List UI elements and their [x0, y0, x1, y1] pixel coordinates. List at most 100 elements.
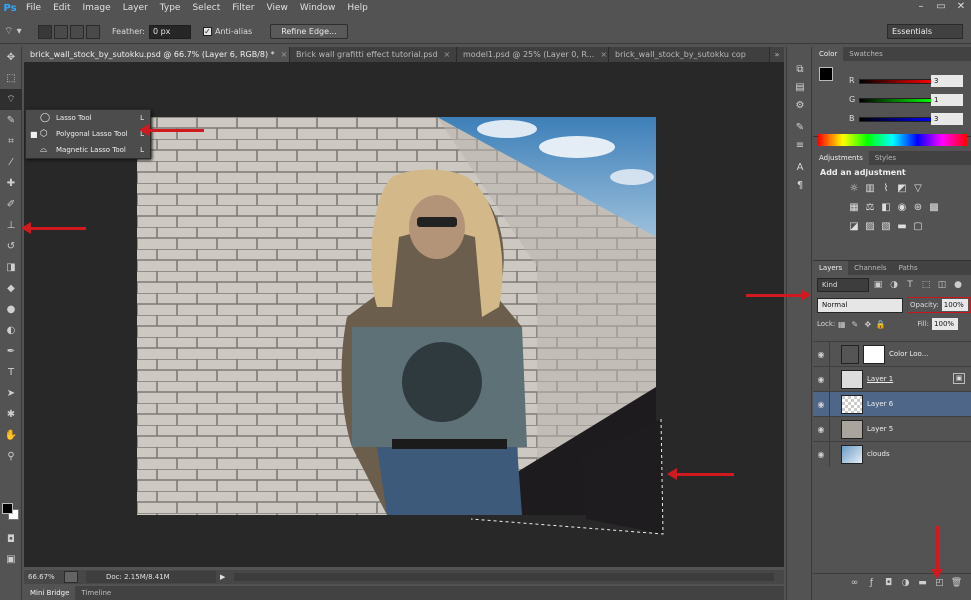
menu-filter[interactable]: Filter — [226, 0, 260, 16]
minimize-button[interactable]: – — [911, 0, 931, 14]
paragraph-panel-icon[interactable]: ¶ — [787, 177, 813, 195]
pixel-filter-icon[interactable]: ▣ — [871, 278, 885, 292]
tab-layers[interactable]: Layers — [813, 261, 849, 275]
link-layers-icon[interactable]: ∞ — [846, 578, 863, 588]
close-button[interactable]: ✕ — [951, 0, 971, 14]
menu-edit[interactable]: Edit — [47, 0, 76, 16]
quick-mask-icon[interactable]: ◘ — [0, 529, 22, 550]
eye-icon[interactable]: ◉ — [813, 375, 829, 384]
menu-file[interactable]: File — [20, 0, 47, 16]
tab-timeline[interactable]: Timeline — [75, 586, 117, 600]
add-selection-button[interactable] — [54, 24, 68, 39]
tab-paths[interactable]: Paths — [893, 261, 924, 275]
pen-tool-icon[interactable]: ✒ — [0, 341, 22, 362]
tab-adjustments[interactable]: Adjustments — [813, 151, 869, 165]
zoom-level[interactable]: 66.67% — [24, 573, 64, 581]
horizontal-scrollbar[interactable] — [234, 573, 774, 581]
maximize-button[interactable]: ▭ — [931, 0, 951, 14]
threshold-icon[interactable]: ▧ — [878, 220, 894, 234]
blend-mode-select[interactable]: Normal — [817, 297, 903, 313]
crop-tool-icon[interactable]: ⌗ — [0, 131, 22, 152]
selective-color-icon[interactable]: ▢ — [910, 220, 926, 234]
lock-transparency-icon[interactable]: ▦ — [835, 320, 848, 329]
clone-stamp-tool-icon[interactable]: ⊥ — [0, 215, 22, 236]
eye-icon[interactable]: ◉ — [813, 400, 829, 409]
layer-row-layer-1[interactable]: ◉ Layer 1 ▣ — [813, 366, 971, 392]
lock-position-icon[interactable]: ✥ — [861, 320, 874, 329]
color-spectrum-bar[interactable] — [818, 134, 967, 146]
close-icon[interactable]: × — [600, 50, 607, 59]
type-tool-icon[interactable]: T — [0, 362, 22, 383]
eye-icon[interactable]: ◉ — [813, 450, 829, 459]
menu-help[interactable]: Help — [341, 0, 374, 16]
layer-row-clouds[interactable]: ◉ clouds — [813, 441, 971, 467]
lock-all-icon[interactable]: 🔒 — [874, 320, 887, 329]
eyedropper-tool-icon[interactable]: ⁄ — [0, 152, 22, 173]
foreground-color-swatch[interactable] — [2, 503, 13, 514]
opacity-input[interactable]: 100% — [941, 299, 968, 311]
antialias-checkbox[interactable]: ✓ — [202, 27, 212, 36]
tab-mini-bridge[interactable]: Mini Bridge — [24, 586, 76, 600]
green-slider[interactable] — [859, 98, 933, 103]
shape-filter-icon[interactable]: ⬚ — [919, 278, 933, 292]
blue-value[interactable]: 3 — [931, 113, 963, 125]
kind-filter-select[interactable]: Kind — [817, 278, 869, 292]
curves-icon[interactable]: ⌇ — [878, 182, 894, 196]
menu-image[interactable]: Image — [77, 0, 117, 16]
blur-tool-icon[interactable]: ● — [0, 299, 22, 320]
zoom-tool-icon[interactable]: ⚲ — [0, 446, 22, 467]
foreground-background-colors[interactable] — [2, 503, 20, 521]
menu-window[interactable]: Window — [294, 0, 342, 16]
photo-filter-icon[interactable]: ◉ — [894, 201, 910, 215]
gradient-map-icon[interactable]: ▬ — [894, 220, 910, 234]
brush-presets-icon[interactable]: ≡ — [787, 137, 813, 155]
flyout-item-lasso[interactable]: ◯ Lasso Tool L — [26, 111, 150, 126]
move-tool-icon[interactable]: ✥ — [0, 47, 22, 68]
screen-mode-icon[interactable]: ▣ — [0, 549, 22, 570]
doc-tab[interactable]: model1.psd @ 25% (Layer 0, R... × — [457, 47, 609, 62]
marquee-tool-icon[interactable]: ⬚ — [0, 68, 22, 89]
dodge-tool-icon[interactable]: ◐ — [0, 320, 22, 341]
shape-tool-icon[interactable]: ✱ — [0, 404, 22, 425]
doc-tab[interactable]: Brick wall grafitti effect tutorial.psd × — [290, 47, 457, 62]
smart-object-filter-icon[interactable]: ◫ — [935, 278, 949, 292]
layer-style-icon[interactable]: ƒ — [863, 578, 880, 588]
proof-icon[interactable] — [64, 571, 78, 583]
layer-row-layer-6[interactable]: ◉ Layer 6 — [813, 391, 971, 417]
red-slider[interactable] — [859, 79, 933, 84]
brush-tool-icon[interactable]: ✐ — [0, 194, 22, 215]
menu-type[interactable]: Type — [154, 0, 187, 16]
close-icon[interactable]: × — [444, 50, 451, 59]
add-mask-icon[interactable]: ◘ — [880, 578, 897, 588]
flyout-item-polygonal-lasso[interactable]: ■ ⬡ Polygonal Lasso Tool L — [26, 127, 150, 142]
vibrance-icon[interactable]: ▽ — [910, 182, 926, 196]
path-select-tool-icon[interactable]: ➤ — [0, 383, 22, 404]
history-brush-tool-icon[interactable]: ↺ — [0, 236, 22, 257]
eye-icon[interactable]: ◉ — [813, 350, 829, 359]
brightness-icon[interactable]: ☼ — [846, 182, 862, 196]
doc-tab-active[interactable]: brick_wall_stock_by_sutokku.psd @ 66.7% … — [24, 47, 290, 62]
intersect-selection-button[interactable] — [86, 24, 100, 39]
healing-brush-tool-icon[interactable]: ✚ — [0, 173, 22, 194]
new-adjustment-icon[interactable]: ◑ — [897, 578, 914, 588]
black-white-icon[interactable]: ◧ — [878, 201, 894, 215]
color-lookup-icon[interactable]: ▩ — [926, 201, 942, 215]
tab-color[interactable]: Color — [813, 47, 844, 61]
hue-saturation-icon[interactable]: ▦ — [846, 201, 862, 215]
quick-select-tool-icon[interactable]: ✎ — [0, 110, 22, 131]
new-layer-icon[interactable]: ◰ — [931, 578, 948, 588]
posterize-icon[interactable]: ▨ — [862, 220, 878, 234]
paint-bucket-tool-icon[interactable]: ◆ — [0, 278, 22, 299]
properties-panel-icon[interactable]: ⚙ — [787, 97, 813, 115]
menu-select[interactable]: Select — [186, 0, 226, 16]
adjustment-filter-icon[interactable]: ◑ — [887, 278, 901, 292]
fill-input[interactable]: 100% — [932, 318, 959, 330]
layer-row-layer-5[interactable]: ◉ Layer 5 — [813, 416, 971, 442]
tab-styles[interactable]: Styles — [869, 151, 902, 165]
menu-layer[interactable]: Layer — [117, 0, 154, 16]
character-panel-icon[interactable]: A — [787, 159, 813, 177]
tab-swatches[interactable]: Swatches — [843, 47, 888, 61]
new-selection-button[interactable] — [38, 24, 52, 39]
hand-tool-icon[interactable]: ✋ — [0, 425, 22, 446]
eraser-tool-icon[interactable]: ◨ — [0, 257, 22, 278]
